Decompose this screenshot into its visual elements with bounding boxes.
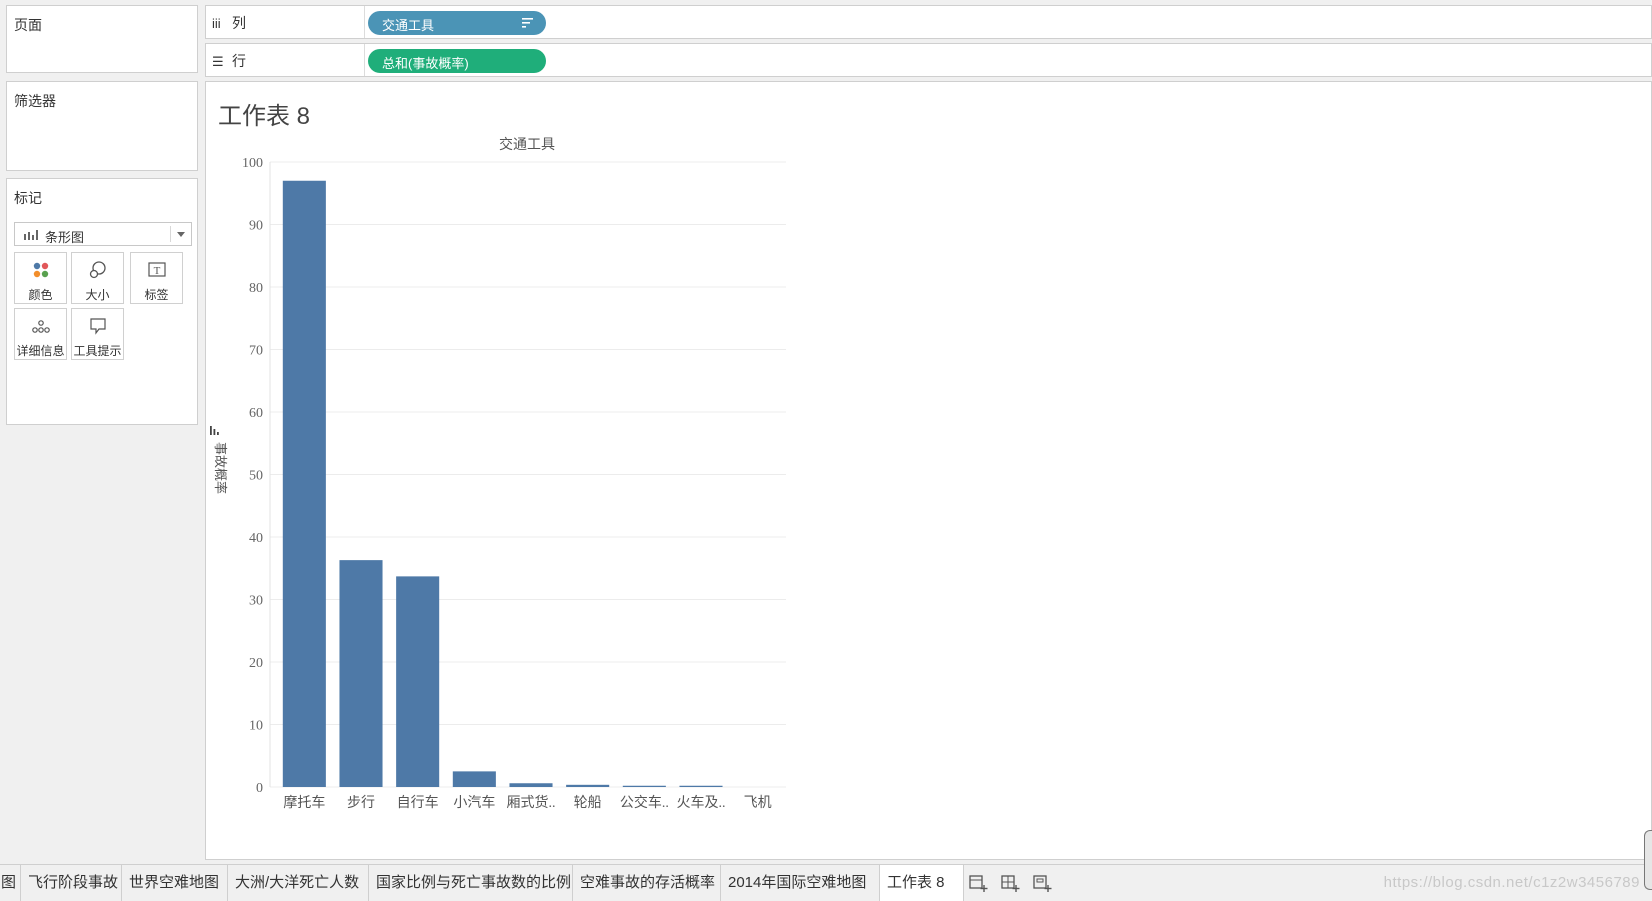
- y-tick-label: 50: [249, 469, 263, 484]
- columns-label: 列: [232, 15, 246, 31]
- filters-title: 筛选器: [14, 93, 56, 109]
- rows-pill-label: 总和(事故概率): [382, 56, 469, 71]
- marks-title: 标记: [14, 190, 42, 206]
- tab-2014-crash-map[interactable]: 2014年国际空难地图: [721, 865, 880, 901]
- tab-flight-phase[interactable]: 飞行阶段事故: [21, 865, 122, 901]
- tab-country-ratio[interactable]: 国家比例与死亡事故数的比例: [369, 865, 573, 901]
- y-tick-label: 10: [249, 719, 263, 734]
- size-icon: [89, 261, 106, 279]
- x-axis-ticks: 摩托车 步行 自行车 小汽车 厢式货.. 轮船 公交车.. 火车及.. 飞机: [283, 794, 771, 811]
- columns-pill[interactable]: 交通工具: [368, 11, 546, 35]
- rows-label: 行: [232, 53, 246, 69]
- chevron-down-icon[interactable]: [177, 232, 185, 237]
- bars[interactable]: [282, 180, 723, 787]
- tab-worksheet-8[interactable]: 工作表 8: [880, 865, 964, 901]
- x-tick-label[interactable]: 小汽车: [453, 794, 495, 811]
- bar[interactable]: [679, 785, 723, 787]
- sort-descending-icon[interactable]: [522, 18, 534, 28]
- y-tick-label: 80: [249, 281, 263, 296]
- x-tick-label[interactable]: 飞机: [744, 795, 772, 811]
- x-tick-label[interactable]: 步行: [347, 795, 375, 811]
- new-dashboard-icon[interactable]: [1000, 873, 1022, 893]
- bar[interactable]: [622, 785, 666, 787]
- tab-partial[interactable]: 图: [0, 865, 21, 901]
- color-dots-icon: [33, 262, 48, 278]
- mark-type-label: 条形图: [45, 230, 85, 245]
- bar[interactable]: [282, 180, 326, 787]
- detail-dots-icon: [31, 320, 50, 333]
- y-tick-label: 0: [256, 781, 263, 796]
- mark-color-label: 颜色: [28, 288, 53, 302]
- scroll-handle[interactable]: [1644, 830, 1652, 890]
- columns-pill-label: 交通工具: [382, 18, 435, 33]
- y-tick-label: 90: [249, 219, 263, 234]
- bar[interactable]: [509, 783, 553, 787]
- x-tick-label[interactable]: 摩托车: [283, 794, 325, 811]
- bar[interactable]: [396, 576, 440, 787]
- axis-sort-icon[interactable]: [210, 426, 219, 435]
- bar[interactable]: [452, 771, 496, 787]
- filters-card[interactable]: 筛选器: [6, 81, 198, 171]
- mark-tooltip-button[interactable]: 工具提示: [71, 308, 124, 360]
- chart-column-header: 交通工具: [499, 136, 555, 153]
- x-tick-label[interactable]: 自行车: [397, 794, 439, 811]
- pages-card: 页面: [6, 5, 198, 73]
- mark-size-button[interactable]: 大小: [71, 252, 124, 304]
- bar-chart-icon: [24, 230, 38, 240]
- columns-icon: iii: [212, 16, 221, 31]
- x-tick-label[interactable]: 公交车..: [620, 794, 669, 811]
- bar[interactable]: [339, 560, 383, 787]
- mark-label-button[interactable]: T 标签: [130, 252, 183, 304]
- mark-label-label: 标签: [144, 288, 169, 302]
- y-axis-label[interactable]: 事故概率: [213, 442, 228, 494]
- y-axis-ticks: 0 10 20 30 40 50 60 70 80 90 100: [242, 156, 263, 796]
- watermark: https://blog.csdn.net/c1z2w3456789: [1383, 874, 1640, 891]
- new-story-icon[interactable]: [1032, 873, 1054, 893]
- marks-card: 标记 条形图 颜色 大小 T 标签 详细信息 工具提示: [6, 178, 198, 425]
- tooltip-icon: [89, 318, 106, 335]
- mark-tooltip-label: 工具提示: [73, 344, 122, 358]
- mark-type-dropdown[interactable]: 条形图: [14, 222, 192, 246]
- tab-continent-deaths[interactable]: 大洲/大洋死亡人数: [228, 865, 369, 901]
- sheet-tab-bar: 图 飞行阶段事故 世界空难地图 大洲/大洋死亡人数 国家比例与死亡事故数的比例 …: [0, 864, 1652, 901]
- y-tick-label: 20: [249, 656, 263, 671]
- worksheet-view[interactable]: 工作表 8 交通工具 0 10 20 30 40 50 60 70 80 90 100 摩托车 步行自…: [205, 81, 1652, 860]
- x-tick-label[interactable]: 厢式货..: [507, 794, 556, 811]
- x-tick-label[interactable]: 轮船: [574, 795, 602, 811]
- rows-shelf-label: ☰ 行: [212, 51, 246, 71]
- mark-detail-button[interactable]: 详细信息: [14, 308, 67, 360]
- mark-detail-label: 详细信息: [16, 344, 65, 358]
- tab-survival-rate[interactable]: 空难事故的存活概率: [573, 865, 721, 901]
- x-tick-label[interactable]: 火车及..: [677, 794, 726, 811]
- shelf-divider: [364, 6, 365, 38]
- mark-size-label: 大小: [85, 288, 110, 302]
- shelf-divider: [364, 44, 365, 76]
- y-tick-label: 60: [249, 406, 263, 421]
- columns-shelf-label: iii 列: [212, 13, 246, 33]
- y-tick-label: 100: [242, 156, 263, 171]
- y-tick-label: 30: [249, 594, 263, 609]
- bar[interactable]: [566, 784, 610, 787]
- new-worksheet-icon[interactable]: [968, 873, 990, 893]
- y-tick-label: 70: [249, 344, 263, 359]
- rows-icon: ☰: [212, 54, 224, 69]
- rows-pill[interactable]: 总和(事故概率): [368, 49, 546, 73]
- y-tick-label: 40: [249, 531, 263, 546]
- rows-shelf[interactable]: ☰ 行 总和(事故概率): [205, 43, 1652, 77]
- columns-shelf[interactable]: iii 列 交通工具: [205, 5, 1652, 39]
- pages-title: 页面: [14, 17, 42, 33]
- mark-color-button[interactable]: 颜色: [14, 252, 67, 304]
- dropdown-separator: [170, 226, 171, 242]
- label-text-icon: T: [147, 262, 166, 277]
- tab-world-crash-map[interactable]: 世界空难地图: [122, 865, 228, 901]
- svg-text:T: T: [153, 265, 160, 277]
- bar-chart[interactable]: 交通工具 0 10 20 30 40 50 60 70 80 90 100 摩托车 步行 自行车 小汽车厢…: [206, 82, 906, 861]
